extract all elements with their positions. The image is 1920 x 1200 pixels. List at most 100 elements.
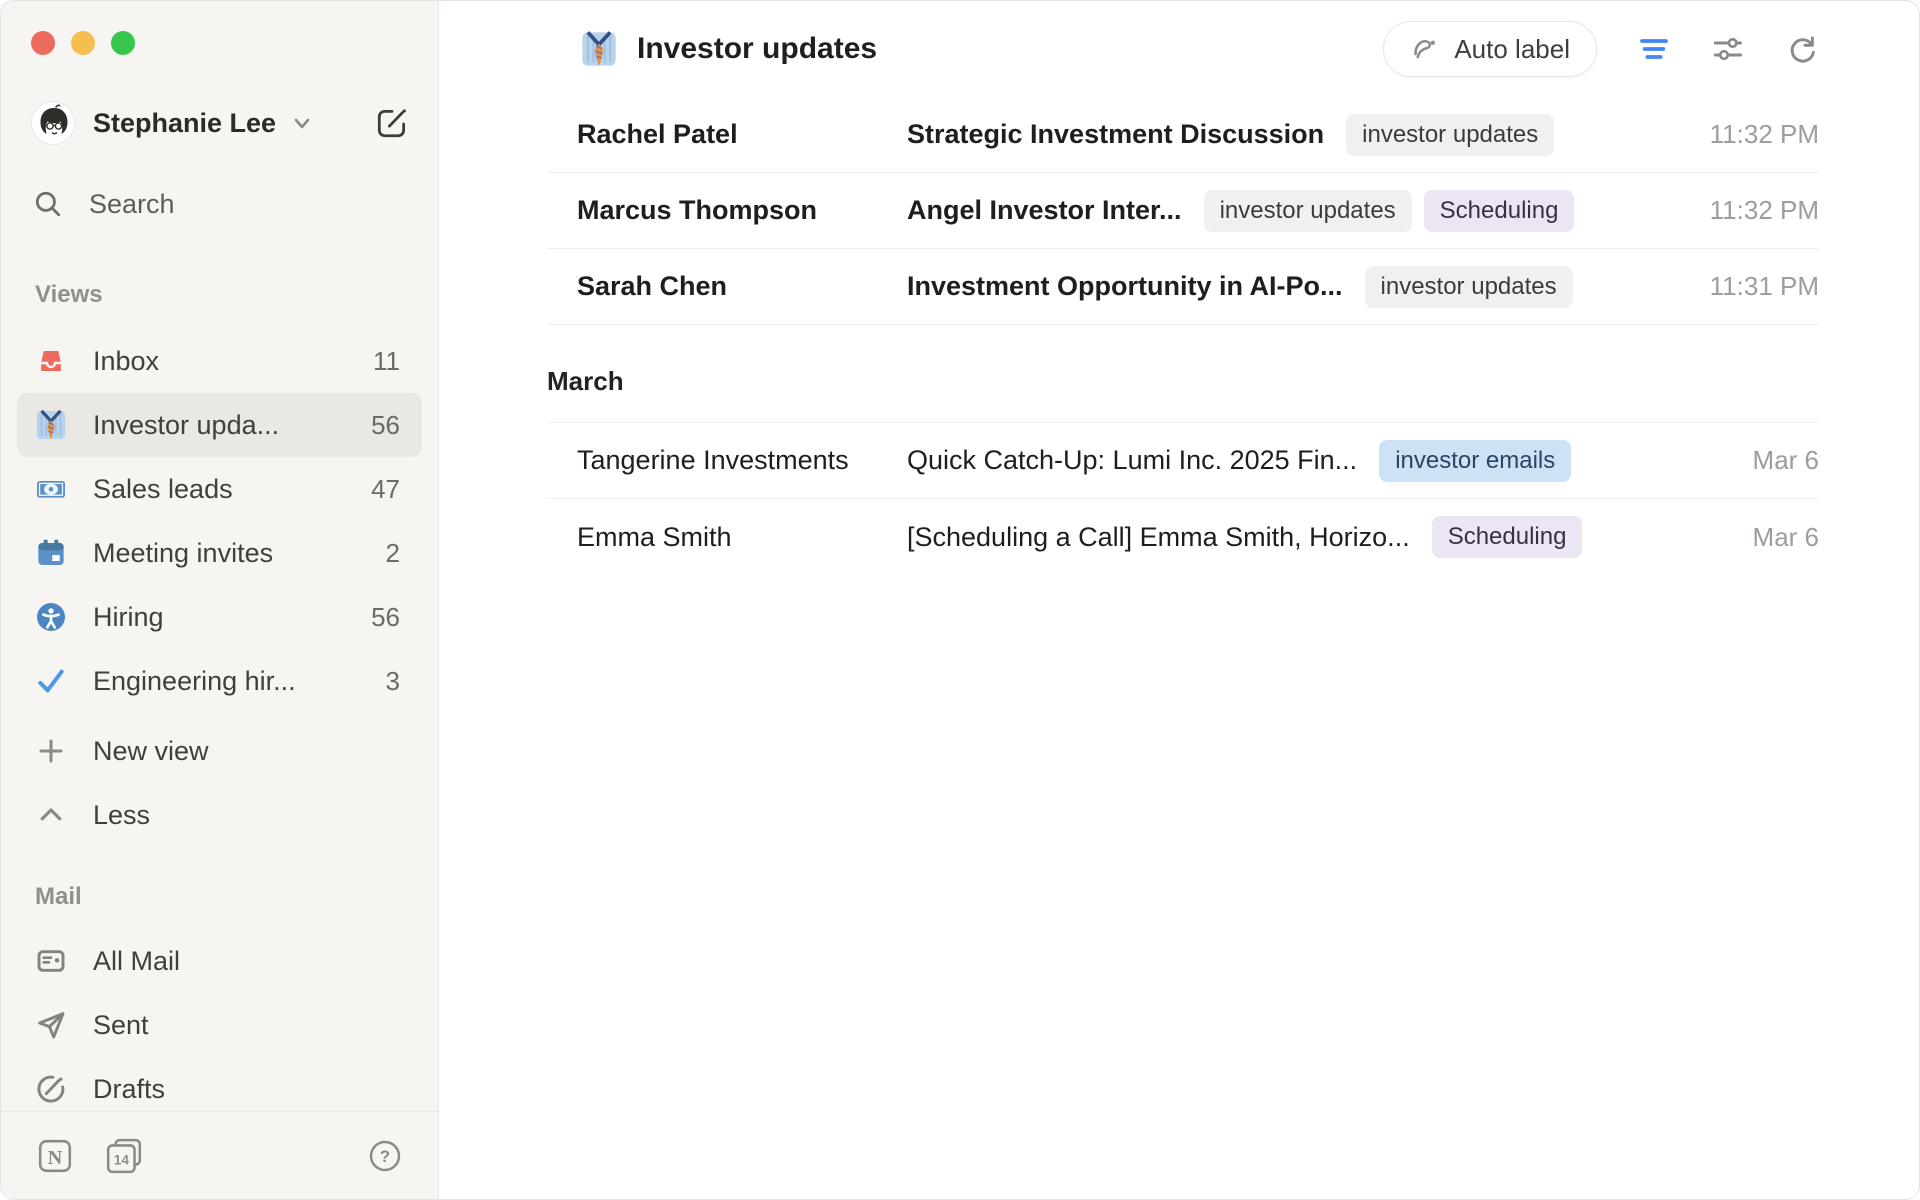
- email-time: Mar 6: [1753, 522, 1819, 553]
- sidebar-item-label: Drafts: [93, 1074, 165, 1105]
- label-chip: investor updates: [1346, 114, 1554, 156]
- email-row[interactable]: Rachel Patel Strategic Investment Discus…: [547, 97, 1819, 173]
- svg-text:N: N: [48, 1146, 63, 1168]
- email-list: Rachel Patel Strategic Investment Discus…: [439, 97, 1919, 575]
- email-subject: [Scheduling a Call] Emma Smith, Horizo..…: [907, 522, 1410, 553]
- label-chip: Scheduling: [1432, 516, 1583, 558]
- sidebar-item-label: All Mail: [93, 946, 180, 977]
- auto-label-button-label: Auto label: [1454, 34, 1570, 65]
- profile-name: Stephanie Lee: [93, 108, 276, 139]
- email-sender: Sarah Chen: [577, 271, 907, 302]
- account-switcher[interactable]: Stephanie Lee: [31, 99, 412, 147]
- email-sender: Emma Smith: [577, 522, 907, 553]
- sidebar-item-engineering-hiring[interactable]: Engineering hir... 3: [1, 649, 438, 713]
- sidebar-item-label: Investor upda...: [93, 410, 279, 441]
- notion-app-icon[interactable]: N: [37, 1138, 73, 1174]
- refresh-icon[interactable]: [1785, 32, 1819, 66]
- auto-label-wand-icon: [1410, 34, 1440, 64]
- svg-text:?: ?: [380, 1147, 390, 1166]
- sidebar-item-label: Hiring: [93, 602, 164, 633]
- chevron-up-icon: [33, 800, 69, 830]
- label-chip: investor updates: [1204, 190, 1412, 232]
- auto-label-button[interactable]: Auto label: [1383, 21, 1597, 77]
- sidebar-item-label: Sent: [93, 1010, 149, 1041]
- label-chip: investor updates: [1365, 266, 1573, 308]
- email-time: 11:32 PM: [1710, 119, 1819, 150]
- email-subject: Investment Opportunity in AI-Po...: [907, 271, 1343, 302]
- page-title: Investor updates: [637, 32, 877, 66]
- date-group-heading: March: [547, 341, 1819, 423]
- sidebar-item-inbox[interactable]: Inbox 11: [1, 329, 438, 393]
- main-panel: Investor updates Auto label: [439, 1, 1919, 1199]
- label-chip: investor emails: [1379, 440, 1571, 482]
- sidebar-item-label: Inbox: [93, 346, 159, 377]
- sidebar-footer: N 14 ?: [1, 1111, 438, 1199]
- mail-list: All Mail Sent: [1, 929, 438, 1111]
- help-icon[interactable]: ?: [368, 1139, 402, 1173]
- zoom-window-button[interactable]: [111, 31, 135, 55]
- views-list: Inbox 11 Investor upda... 56: [1, 329, 438, 847]
- sidebar-item-count: 11: [373, 346, 400, 377]
- sidebar-item-sales-leads[interactable]: Sales leads 47: [1, 457, 438, 521]
- search-label: Search: [89, 189, 175, 220]
- notion-calendar-icon[interactable]: 14: [105, 1137, 143, 1175]
- email-sender: Rachel Patel: [577, 119, 907, 150]
- search-icon: [33, 189, 63, 219]
- sidebar-item-drafts[interactable]: Drafts: [1, 1057, 438, 1111]
- sidebar-item-meeting-invites[interactable]: Meeting invites 2: [1, 521, 438, 585]
- plus-icon: [33, 736, 69, 766]
- sidebar-item-count: 47: [371, 474, 400, 505]
- view-header: Investor updates Auto label: [439, 1, 1919, 97]
- email-sender: Marcus Thompson: [577, 195, 907, 226]
- email-time: 11:31 PM: [1710, 271, 1819, 302]
- email-subject: Quick Catch-Up: Lumi Inc. 2025 Fin...: [907, 445, 1357, 476]
- display-settings-sliders-icon[interactable]: [1711, 32, 1745, 66]
- sidebar-item-investor-updates[interactable]: Investor upda... 56: [17, 393, 422, 457]
- email-subject: Strategic Investment Discussion: [907, 119, 1324, 150]
- sidebar-item-count: 56: [371, 602, 400, 633]
- sidebar: Stephanie Lee: [1, 1, 439, 1199]
- filter-icon[interactable]: [1637, 32, 1671, 66]
- app-window: Stephanie Lee: [0, 0, 1920, 1200]
- email-time: Mar 6: [1753, 445, 1819, 476]
- new-view-label: New view: [93, 736, 209, 767]
- chevron-down-icon: [290, 111, 314, 135]
- sidebar-item-count: 2: [386, 538, 400, 569]
- minimize-window-button[interactable]: [71, 31, 95, 55]
- sidebar-item-count: 3: [386, 666, 400, 697]
- checkmark-icon: [33, 665, 69, 697]
- send-icon: [33, 1009, 69, 1041]
- sidebar-item-hiring[interactable]: Hiring 56: [1, 585, 438, 649]
- avatar: [31, 101, 75, 145]
- email-row[interactable]: Tangerine Investments Quick Catch-Up: Lu…: [547, 423, 1819, 499]
- new-view-button[interactable]: New view: [1, 719, 438, 783]
- calendar-icon: [33, 537, 69, 569]
- compose-button[interactable]: [372, 103, 412, 143]
- accessibility-icon: [33, 601, 69, 633]
- sidebar-item-sent[interactable]: Sent: [1, 993, 438, 1057]
- necktie-icon: [579, 29, 619, 69]
- svg-text:14: 14: [114, 1152, 130, 1167]
- necktie-icon: [33, 408, 69, 442]
- email-row[interactable]: Marcus Thompson Angel Investor Inter... …: [547, 173, 1819, 249]
- search-input[interactable]: Search: [33, 187, 412, 221]
- sidebar-item-label: Engineering hir...: [93, 666, 296, 697]
- sidebar-item-count: 56: [371, 410, 400, 441]
- sidebar-item-label: Meeting invites: [93, 538, 273, 569]
- less-button[interactable]: Less: [1, 783, 438, 847]
- views-section-label: Views: [35, 281, 438, 311]
- dollar-banknote-icon: [33, 473, 69, 505]
- mail-section-label: Mail: [35, 883, 438, 913]
- all-mail-icon: [33, 945, 69, 977]
- window-controls: [1, 1, 438, 55]
- email-row[interactable]: Emma Smith [Scheduling a Call] Emma Smit…: [547, 499, 1819, 575]
- email-sender: Tangerine Investments: [577, 445, 907, 476]
- email-time: 11:32 PM: [1710, 195, 1819, 226]
- sidebar-item-label: Sales leads: [93, 474, 233, 505]
- email-subject: Angel Investor Inter...: [907, 195, 1182, 226]
- close-window-button[interactable]: [31, 31, 55, 55]
- email-row[interactable]: Sarah Chen Investment Opportunity in AI-…: [547, 249, 1819, 325]
- sidebar-item-all-mail[interactable]: All Mail: [1, 929, 438, 993]
- draft-pencil-icon: [33, 1073, 69, 1105]
- label-chip: Scheduling: [1424, 190, 1575, 232]
